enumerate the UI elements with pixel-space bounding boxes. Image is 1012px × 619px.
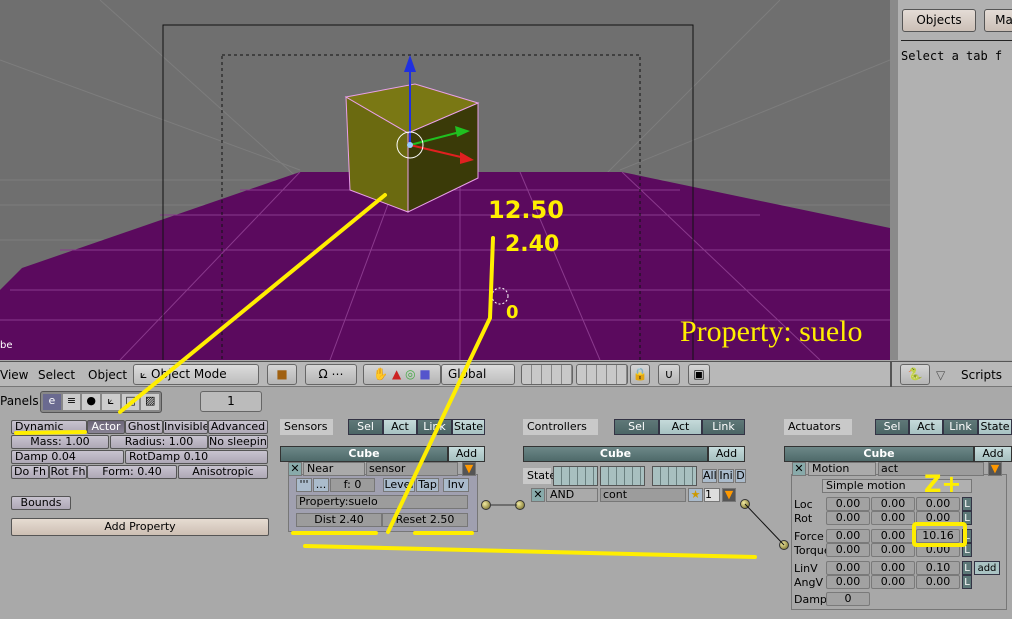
controller-actuator-link <box>744 503 785 546</box>
annotation-2-40: 2.40 <box>505 232 560 257</box>
annotation-12-50: 12.50 <box>488 196 564 224</box>
annotation-strokes <box>14 193 967 559</box>
annotation-0: 0 <box>506 302 519 323</box>
annotation-z-plus: Z+ <box>924 470 962 498</box>
